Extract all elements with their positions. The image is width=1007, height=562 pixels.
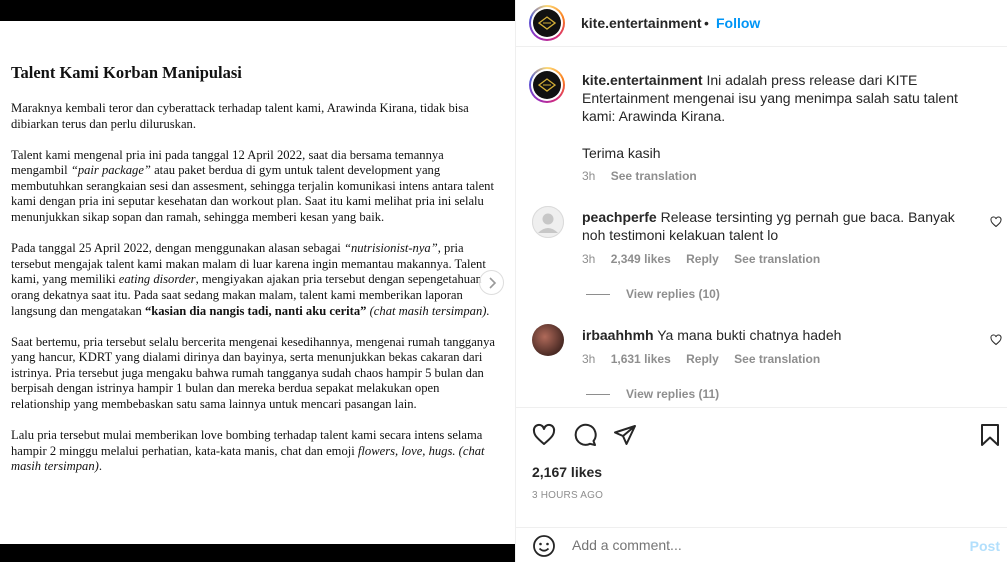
follow-button[interactable]: Follow: [716, 15, 760, 31]
replies-line: [586, 293, 610, 295]
post-time-ago: 3 HOURS AGO: [532, 490, 604, 501]
header-separator: •: [704, 15, 709, 31]
caption-text: kite.entertainment Ini adalah press rele…: [582, 71, 982, 125]
document-paragraph: Saat bertemu, pria tersebut selalu berce…: [11, 335, 496, 413]
post-side-panel: kite.entertainment • Follow kite.enterta…: [515, 0, 1007, 562]
view-replies-button-1[interactable]: View replies (10): [586, 287, 720, 301]
comment-avatar-irbaahhmh[interactable]: [532, 324, 564, 356]
comment-text-2: irbaahhmh Ya mana bukti chatnya hadeh: [582, 326, 982, 344]
emoji-icon[interactable]: [532, 534, 556, 558]
post-media: Talent Kami Korban Manipulasi Maraknya k…: [0, 0, 515, 562]
author-avatar[interactable]: [529, 5, 565, 41]
paragraph-run: Saat bertemu, pria tersebut selalu berce…: [11, 334, 495, 411]
heart-icon[interactable]: [532, 423, 556, 447]
chevron-right-icon: [488, 276, 496, 289]
document-paragraph: Talent kami mengenal pria ini pada tangg…: [11, 148, 496, 226]
comment-reply-2[interactable]: Reply: [686, 352, 719, 366]
post-header: kite.entertainment • Follow: [516, 0, 1007, 47]
caption-meta: 3h See translation: [582, 169, 709, 183]
caption-username[interactable]: kite.entertainment: [582, 72, 703, 88]
caption-time: 3h: [582, 169, 596, 183]
paragraph-run: Maraknya kembali teror dan cyberattack t…: [11, 101, 469, 131]
caption-avatar[interactable]: [529, 67, 565, 103]
paragraph-run: “kasian dia nangis tadi, nanti aku cerit…: [144, 303, 367, 318]
comment-meta-1: 3h 2,349 likes Reply See translation: [582, 252, 832, 266]
comment-likes-1[interactable]: 2,349 likes: [611, 252, 671, 266]
paragraph-run: “nutrisionist-nya”: [343, 241, 438, 256]
comment-time-1: 3h: [582, 252, 596, 266]
paragraph-run: eating disorder: [118, 272, 196, 287]
comment-avatar-peachperfe[interactable]: [532, 206, 564, 238]
replies-line: [586, 393, 610, 395]
kite-logo-icon: [533, 9, 561, 37]
document-paragraph: Pada tanggal 25 April 2022, dengan mengg…: [11, 241, 496, 319]
comment-icon[interactable]: [573, 423, 597, 447]
press-release-document: Talent Kami Korban Manipulasi Maraknya k…: [11, 63, 496, 490]
view-replies-button-2[interactable]: View replies (11): [586, 387, 719, 401]
document-body: Maraknya kembali teror dan cyberattack t…: [11, 101, 496, 475]
post-likes-count[interactable]: 2,167 likes: [532, 464, 602, 480]
post-actions: 2,167 likes 3 HOURS AGO: [516, 407, 1007, 527]
comment-input[interactable]: [572, 537, 952, 553]
view-replies-label-1: View replies (10): [626, 287, 720, 301]
next-slide-button[interactable]: [479, 270, 504, 295]
comment-see-translation-1[interactable]: See translation: [734, 252, 820, 266]
comment-like-heart-icon[interactable]: [990, 334, 1002, 346]
comment-text-1: peachperfe Release tersinting yg pernah …: [582, 208, 982, 244]
paragraph-run: Pada tanggal 25 April 2022, dengan mengg…: [11, 241, 344, 256]
media-letterbox-bottom: [0, 544, 515, 562]
comment-see-translation-2[interactable]: See translation: [734, 352, 820, 366]
comment-reply-1[interactable]: Reply: [686, 252, 719, 266]
kite-logo-icon: [533, 71, 561, 99]
paragraph-run: .: [98, 459, 102, 474]
view-replies-label-2: View replies (11): [626, 387, 720, 401]
caption-signoff: Terima kasih: [582, 145, 661, 161]
paragraph-run: “pair package”: [70, 163, 151, 178]
document-paragraph: Maraknya kembali teror dan cyberattack t…: [11, 101, 496, 132]
comment-body-2: Ya mana bukti chatnya hadeh: [653, 327, 842, 343]
document-title: Talent Kami Korban Manipulasi: [11, 63, 242, 82]
comment-username-2[interactable]: irbaahhmh: [582, 327, 654, 343]
caption-see-translation[interactable]: See translation: [611, 169, 697, 183]
comment-meta-2: 3h 1,631 likes Reply See translation: [582, 352, 832, 366]
header-username[interactable]: kite.entertainment: [581, 15, 702, 31]
add-comment-bar: Post: [516, 527, 1007, 562]
comment-time-2: 3h: [582, 352, 596, 366]
bookmark-icon[interactable]: [978, 423, 1002, 447]
document-paragraph: Lalu pria tersebut mulai memberikan love…: [11, 428, 496, 475]
comment-like-heart-icon[interactable]: [990, 216, 1002, 228]
comment-likes-2[interactable]: 1,631 likes: [611, 352, 671, 366]
post-comment-button[interactable]: Post: [970, 538, 1000, 554]
comment-username-1[interactable]: peachperfe: [582, 209, 657, 225]
media-letterbox-top: [0, 0, 515, 21]
default-avatar-icon: [532, 206, 564, 238]
paragraph-run: (chat masih tersimpan).: [369, 303, 490, 318]
share-icon[interactable]: [613, 423, 637, 447]
